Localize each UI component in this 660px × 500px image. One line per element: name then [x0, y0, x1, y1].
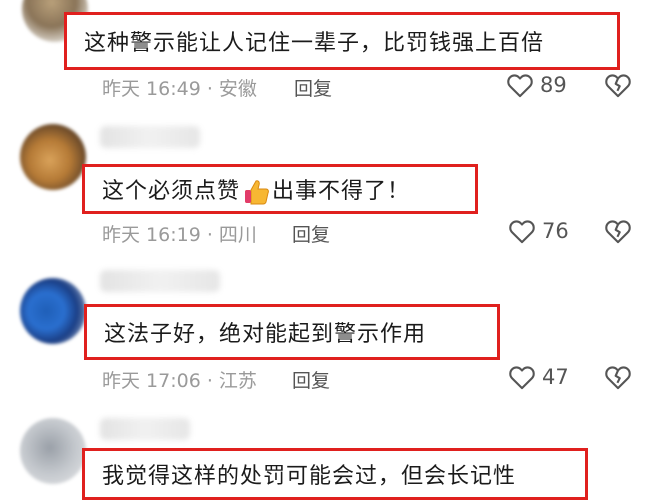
avatar[interactable]: [20, 124, 86, 190]
like-count: 47: [542, 365, 569, 389]
like-button[interactable]: 89: [506, 72, 567, 98]
username-blurred[interactable]: [100, 418, 190, 440]
like-count: 76: [542, 219, 569, 243]
comment-item: 这法子好，绝对能起到警示作用 昨天 17:06 · 江苏 回复 47: [0, 258, 660, 398]
dislike-button[interactable]: [604, 218, 632, 248]
comment-text: 这个必须点赞 出事不得了！: [85, 173, 410, 206]
comment-text: 这种警示能让人记住一辈子，比罚钱强上百倍: [84, 31, 545, 56]
heart-outline-icon: [507, 74, 533, 98]
dislike-button[interactable]: [604, 364, 632, 394]
heart-outline-icon: [509, 366, 535, 390]
comment-item: 我觉得这样的处罚可能会过，但会长记性: [0, 398, 660, 500]
like-count: 89: [540, 73, 567, 97]
heart-outline-icon: [509, 220, 535, 244]
like-button[interactable]: 76: [508, 218, 569, 244]
comment-highlight-box: 我觉得这样的处罚可能会过，但会长记性: [82, 448, 588, 500]
comment-text: 我觉得这样的处罚可能会过，但会长记性: [102, 464, 517, 489]
comment-item: 这种警示能让人记住一辈子，比罚钱强上百倍 昨天 16:49 · 安徽 回复 89: [0, 0, 660, 118]
comment-highlight-box: 这种警示能让人记住一辈子，比罚钱强上百倍: [64, 12, 620, 70]
broken-heart-icon: [605, 74, 631, 98]
comment-meta: 昨天 17:06 · 江苏: [102, 370, 257, 392]
like-button[interactable]: 47: [508, 364, 569, 390]
avatar[interactable]: [20, 418, 86, 484]
thumbs-up-icon: [245, 179, 269, 204]
reply-button[interactable]: 回复: [292, 220, 330, 247]
username-blurred[interactable]: [100, 270, 220, 292]
comment-highlight-box: 这个必须点赞 出事不得了！: [82, 164, 478, 214]
comment-text-part: 这个必须点赞: [102, 178, 241, 204]
broken-heart-icon: [605, 220, 631, 244]
comment-meta: 昨天 16:49 · 安徽: [102, 78, 257, 100]
comment-highlight-box: 这法子好，绝对能起到警示作用: [84, 304, 500, 360]
comment-text: 这法子好，绝对能起到警示作用: [104, 322, 427, 347]
dislike-button[interactable]: [604, 72, 632, 102]
broken-heart-icon: [605, 366, 631, 390]
reply-button[interactable]: 回复: [292, 366, 330, 393]
comment-text-part: 出事不得了！: [272, 178, 411, 204]
username-blurred[interactable]: [100, 126, 200, 148]
reply-button[interactable]: 回复: [294, 74, 332, 101]
comment-meta: 昨天 16:19 · 四川: [102, 224, 257, 246]
avatar[interactable]: [20, 278, 86, 344]
comment-item: 这个必须点赞 出事不得了！ 昨天 16:19 · 四川 回复 76: [0, 118, 660, 258]
